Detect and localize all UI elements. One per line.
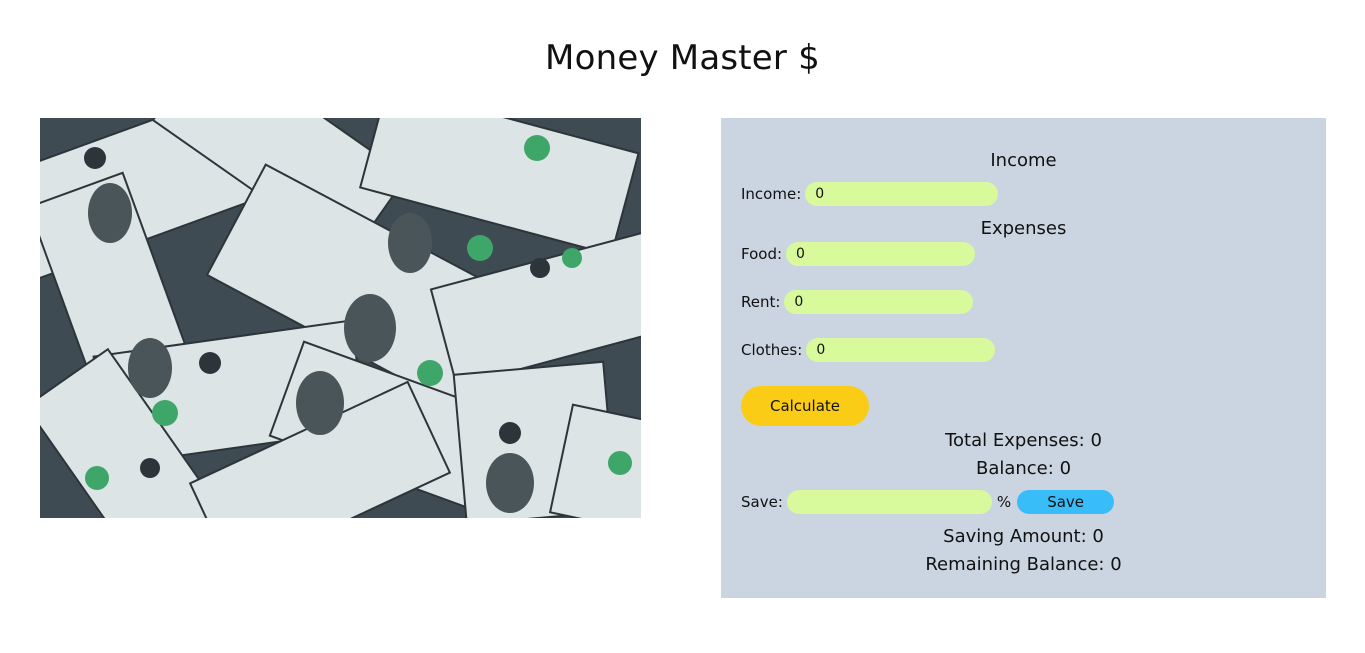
- total-expenses: Total Expenses: 0: [721, 430, 1326, 451]
- food-input[interactable]: [786, 242, 976, 266]
- total-expenses-label: Total Expenses:: [945, 430, 1085, 451]
- save-percent-input[interactable]: [786, 490, 992, 514]
- income-label: Income:: [741, 185, 802, 203]
- saving-amount: Saving Amount: 0: [721, 526, 1326, 547]
- saving-amount-value: 0: [1092, 526, 1104, 547]
- save-button[interactable]: Save: [1017, 490, 1115, 514]
- balance: Balance: 0: [721, 458, 1326, 479]
- total-expenses-value: 0: [1090, 430, 1102, 451]
- clothes-input[interactable]: [806, 338, 996, 362]
- income-heading: Income: [990, 150, 1057, 171]
- remaining-balance: Remaining Balance: 0: [721, 554, 1326, 575]
- budget-panel: Income Income: Expenses Food: Rent: Clot…: [721, 118, 1326, 598]
- saving-amount-label: Saving Amount:: [943, 526, 1087, 547]
- save-row: Save: % Save: [741, 490, 1115, 514]
- save-label: Save:: [741, 493, 783, 511]
- income-input[interactable]: [805, 182, 999, 206]
- calculate-button[interactable]: Calculate: [741, 386, 869, 426]
- balance-label: Balance:: [975, 458, 1054, 479]
- percent-sign: %: [996, 493, 1012, 511]
- clothes-row: Clothes:: [741, 338, 996, 362]
- page-title: Money Master $: [545, 38, 820, 78]
- money-photo: [40, 118, 641, 518]
- expenses-heading: Expenses: [980, 218, 1067, 239]
- food-row: Food:: [741, 242, 976, 266]
- remaining-balance-label: Remaining Balance:: [925, 554, 1105, 575]
- food-label: Food:: [741, 245, 783, 263]
- rent-row: Rent:: [741, 290, 974, 314]
- income-row: Income:: [741, 182, 999, 206]
- remaining-balance-value: 0: [1110, 554, 1122, 575]
- rent-label: Rent:: [741, 293, 781, 311]
- clothes-label: Clothes:: [741, 341, 803, 359]
- balance-value: 0: [1059, 458, 1072, 479]
- rent-input[interactable]: [784, 290, 974, 314]
